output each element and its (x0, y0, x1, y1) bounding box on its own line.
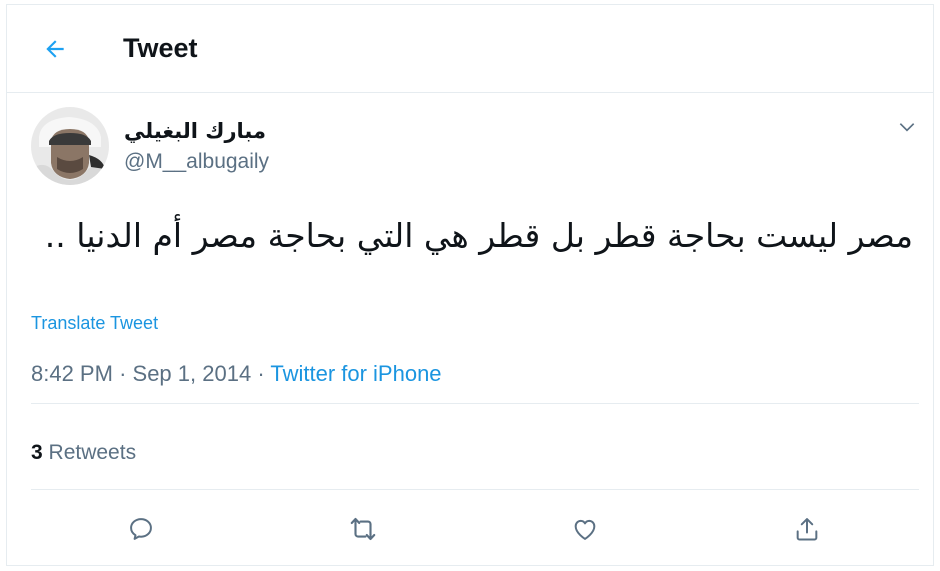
tweet-time[interactable]: 8:42 PM (31, 361, 113, 386)
translate-tweet-link[interactable]: Translate Tweet (31, 313, 158, 334)
retweet-button[interactable] (343, 509, 383, 549)
divider (31, 489, 919, 490)
back-button[interactable] (37, 31, 73, 67)
reply-icon (130, 518, 152, 540)
author-display-name[interactable]: مبارك البغيلي (124, 119, 266, 143)
more-options-button[interactable] (893, 113, 921, 141)
retweet-icon (350, 517, 376, 541)
tweet-metadata: 8:42 PM · Sep 1, 2014 · Twitter for iPho… (31, 361, 442, 387)
like-icon (574, 519, 596, 540)
page-header: Tweet (7, 5, 933, 93)
tweet-source-link[interactable]: Twitter for iPhone (270, 361, 441, 386)
retweets-label: Retweets (48, 441, 137, 464)
chevron-down-icon (899, 123, 915, 132)
tweet-text: مصر ليست بحاجة قطر بل قطر هي التي بحاجة … (44, 216, 913, 255)
retweets-count: 3 (31, 441, 43, 464)
user-avatar-icon (31, 107, 109, 185)
meta-separator: · (119, 361, 127, 386)
tweet-date[interactable]: Sep 1, 2014 (133, 361, 252, 386)
avatar[interactable] (31, 107, 109, 185)
retweets-stat[interactable]: 3 Retweets (31, 441, 136, 465)
divider (31, 403, 919, 404)
share-button[interactable] (787, 509, 827, 549)
share-icon (796, 518, 818, 541)
like-button[interactable] (565, 509, 605, 549)
page-title: Tweet (123, 33, 198, 63)
meta-separator: · (257, 361, 265, 386)
author-handle[interactable]: @M__albugaily (124, 150, 269, 174)
arrow-left-icon (46, 40, 64, 58)
tweet-page: Tweet مبارك البغيلي @M__albugaily مصر لي… (6, 4, 934, 566)
reply-button[interactable] (121, 509, 161, 549)
